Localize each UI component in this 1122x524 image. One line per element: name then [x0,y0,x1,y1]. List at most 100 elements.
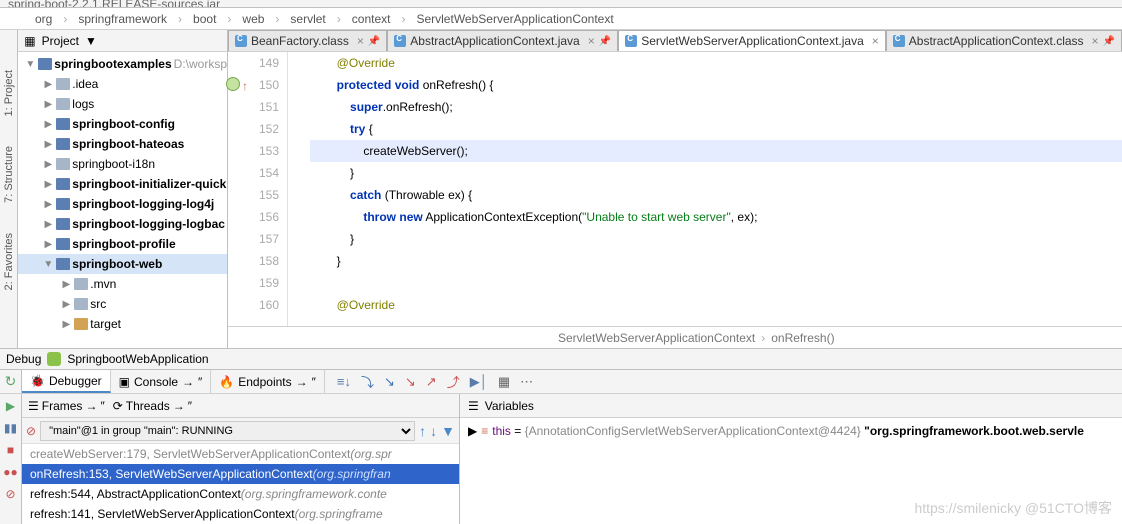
code-line[interactable]: try { [310,118,1122,140]
code-line[interactable]: protected void onRefresh() { [310,74,1122,96]
call-stack[interactable]: createWebServer:179, ServletWebServerApp… [22,444,459,524]
stack-frame[interactable]: createWebServer:179, ServletWebServerApp… [22,444,459,464]
tree-row[interactable]: ▶springboot-logging-log4j [18,194,227,214]
project-header[interactable]: ▦ Project ▼ [18,30,227,52]
arrow-icon[interactable]: ▶ [42,159,54,170]
stop-button[interactable]: ■ [3,442,19,458]
arrow-icon[interactable]: ▶ [42,219,54,230]
editor-tabs[interactable]: BeanFactory.class×📌AbstractApplicationCo… [228,30,1122,52]
evaluate-icon[interactable]: ▦ [498,374,510,390]
arrow-icon[interactable]: ▶ [42,119,54,130]
tree-row[interactable]: ▶springboot-i18n [18,154,227,174]
arrow-icon[interactable]: ▶ [60,299,72,310]
pin-icon[interactable]: 📌 [1103,36,1115,47]
resume-button[interactable]: ▶ [3,398,19,414]
code-line[interactable]: } [310,228,1122,250]
code-line[interactable]: super.onRefresh(); [310,96,1122,118]
line-number[interactable]: 156 [228,206,279,228]
project-tree[interactable]: ▼springbootexamples D:\worksp▶.idea▶logs… [18,52,227,348]
expand-icon[interactable]: ▶ [468,424,477,438]
debugger-tab[interactable]: ▣Console →″ [111,370,212,393]
frames-tab[interactable]: ☰ Frames →″ [28,399,105,413]
threads-tab[interactable]: ⟳ Threads →″ [113,399,192,413]
code-line[interactable]: createWebServer(); [310,140,1122,162]
line-number[interactable]: 150 [228,74,279,96]
tree-row[interactable]: ▶springboot-initializer-quick [18,174,227,194]
code-line[interactable]: catch (Throwable ex) { [310,184,1122,206]
editor-tab[interactable]: AbstractApplicationContext.class×📌 [886,30,1122,51]
show-exec-icon[interactable]: ≡↓ [337,374,351,389]
line-number[interactable]: 149 [228,52,279,74]
step-into-icon[interactable]: ↘ [384,374,395,390]
line-number[interactable]: 159 [228,272,279,294]
code-line[interactable]: } [310,162,1122,184]
arrow-icon[interactable]: ▶ [42,99,54,110]
arrow-icon[interactable]: ▼ [24,59,36,70]
breadcrumb-bar[interactable]: ServletWebServerApplicationContext › onR… [228,326,1122,348]
tree-row[interactable]: ▶logs [18,94,227,114]
pause-button[interactable]: ▮▮ [3,420,19,436]
code-line[interactable]: throw new ApplicationContextException("U… [310,206,1122,228]
tree-row[interactable]: ▼springbootexamples D:\worksp [18,54,227,74]
run-config-name[interactable]: SpringbootWebApplication [67,352,208,366]
close-icon[interactable]: × [1092,34,1099,48]
line-number[interactable]: 155 [228,184,279,206]
code[interactable]: @Override protected void onRefresh() { s… [310,52,1122,326]
rerun-button[interactable]: ↻ [0,370,22,393]
tool-window-tab[interactable]: 2: Favorites [3,233,15,290]
breadcrumb-item[interactable]: boot [186,10,223,28]
code-line[interactable] [310,272,1122,294]
line-number[interactable]: 160 [228,294,279,316]
breadcrumb-item[interactable]: springframework [71,10,174,28]
prev-frame-icon[interactable]: ↑ [419,423,426,439]
breadcrumb-item[interactable]: servlet [283,10,332,28]
tree-row[interactable]: ▶springboot-config [18,114,227,134]
var-this[interactable]: this = {AnnotationConfigServletWebServer… [492,424,1084,438]
tree-row[interactable]: ▶target [18,314,227,334]
run-to-cursor-icon[interactable]: ▶│ [470,374,488,390]
debugger-tab[interactable]: 🔥Endpoints →″ [211,370,325,393]
breadcrumb-item[interactable]: web [235,10,271,28]
editor-tab[interactable]: AbstractApplicationContext.java×📌 [387,30,618,51]
tree-row[interactable]: ▶.mvn [18,274,227,294]
vars-body[interactable]: ▶ ≡ this = {AnnotationConfigServletWebSe… [460,418,1122,524]
breadcrumb-item[interactable]: context [345,10,398,28]
breadcrumb-item[interactable]: org [28,10,59,28]
arrow-icon[interactable]: ▶ [60,279,72,290]
arrow-icon[interactable]: ▼ [42,259,54,270]
arrow-icon[interactable]: ▶ [42,199,54,210]
editor-body[interactable]: 149150151152153154155156157158159160 @Ov… [228,52,1122,326]
code-line[interactable]: @Override [310,294,1122,316]
code-line[interactable]: } [310,250,1122,272]
thread-select[interactable]: "main"@1 in group "main": RUNNING [40,421,415,441]
close-icon[interactable]: × [357,34,364,48]
next-frame-icon[interactable]: ↓ [430,423,437,439]
debug-tab[interactable]: Debug SpringbootWebApplication [0,348,1122,370]
arrow-icon[interactable]: ▶ [42,139,54,150]
trace-icon[interactable]: ⋯ [520,374,533,390]
arrow-icon[interactable]: ▶ [42,239,54,250]
tree-row[interactable]: ▶springboot-logging-logbac [18,214,227,234]
filter-icon[interactable]: ▼ [441,423,455,439]
dropdown-icon[interactable]: ▼ [85,34,97,48]
breadcrumb-item[interactable]: ServletWebServerApplicationContext [409,10,620,28]
pin-icon[interactable]: 📌 [599,36,611,47]
tree-row[interactable]: ▶.idea [18,74,227,94]
debugger-tab[interactable]: 🐞Debugger [22,370,111,393]
stack-frame[interactable]: refresh:544, AbstractApplicationContext … [22,484,459,504]
arrow-icon[interactable]: ▶ [60,319,72,330]
step-over-icon[interactable]: ⤵ [361,372,374,391]
editor-tab[interactable]: ServletWebServerApplicationContext.java× [618,30,886,51]
stack-frame[interactable]: refresh:141, ServletWebServerApplication… [22,504,459,524]
editor-tab[interactable]: BeanFactory.class×📌 [228,30,387,51]
line-number[interactable]: 151 [228,96,279,118]
step-out-icon[interactable]: ↗ [426,374,437,390]
tree-row[interactable]: ▶springboot-profile [18,234,227,254]
line-number[interactable]: 158 [228,250,279,272]
code-line[interactable]: @Override [310,52,1122,74]
crumb-class[interactable]: ServletWebServerApplicationContext [558,331,755,345]
drop-frame-icon[interactable]: ⤴ [447,372,460,391]
crumb-method[interactable]: onRefresh() [771,331,834,345]
override-icon[interactable] [226,77,240,91]
close-icon[interactable]: × [872,34,879,48]
